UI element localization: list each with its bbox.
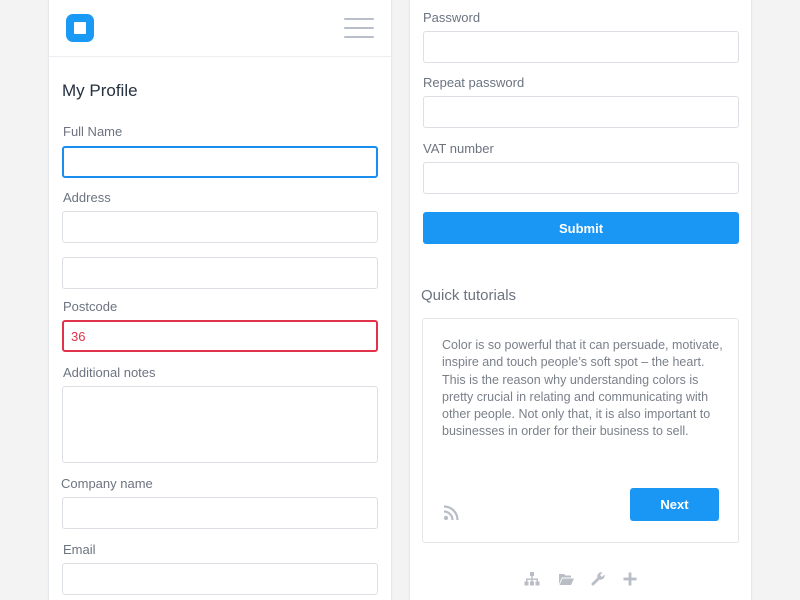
address-line1-input[interactable] <box>62 211 378 243</box>
additional-notes-label: Additional notes <box>63 365 156 380</box>
submit-button[interactable]: Submit <box>423 212 739 244</box>
additional-notes-textarea[interactable] <box>62 386 378 463</box>
quick-tutorials-heading: Quick tutorials <box>421 287 517 304</box>
repeat-password-input[interactable] <box>423 96 739 128</box>
postcode-label: Postcode <box>63 299 118 314</box>
address-label: Address <box>63 190 111 205</box>
top-bar <box>49 0 391 57</box>
wrench-icon[interactable] <box>590 571 606 587</box>
vat-number-label: VAT number <box>423 141 494 156</box>
account-panel: Password Repeat password VAT number Subm… <box>410 0 751 600</box>
password-label: Password <box>423 10 481 25</box>
app-logo-icon[interactable] <box>66 14 94 42</box>
company-name-input[interactable] <box>62 497 378 529</box>
vat-number-input[interactable] <box>423 162 739 194</box>
next-button[interactable]: Next <box>630 488 719 521</box>
plus-icon[interactable] <box>622 571 638 587</box>
page-title: My Profile <box>62 81 138 100</box>
company-name-label: Company name <box>61 476 153 491</box>
repeat-password-label: Repeat password <box>423 75 525 90</box>
sitemap-icon[interactable] <box>524 571 540 587</box>
address-line2-input[interactable] <box>62 257 378 289</box>
rss-icon[interactable] <box>443 505 459 521</box>
tutorial-card: Color is so powerful that it can persuad… <box>422 318 739 543</box>
full-name-input[interactable] <box>62 146 378 178</box>
profile-panel: My Profile Full Name Address Postcode Ad… <box>49 0 391 600</box>
tutorial-text: Color is so powerful that it can persuad… <box>442 338 723 439</box>
footer-toolbar <box>524 571 644 589</box>
email-input[interactable] <box>62 563 378 595</box>
hamburger-menu-icon[interactable] <box>344 18 374 38</box>
postcode-input[interactable] <box>62 320 378 352</box>
email-label: Email <box>63 542 96 557</box>
password-input[interactable] <box>423 31 739 63</box>
folder-open-icon[interactable] <box>558 571 574 587</box>
full-name-label: Full Name <box>63 124 123 139</box>
